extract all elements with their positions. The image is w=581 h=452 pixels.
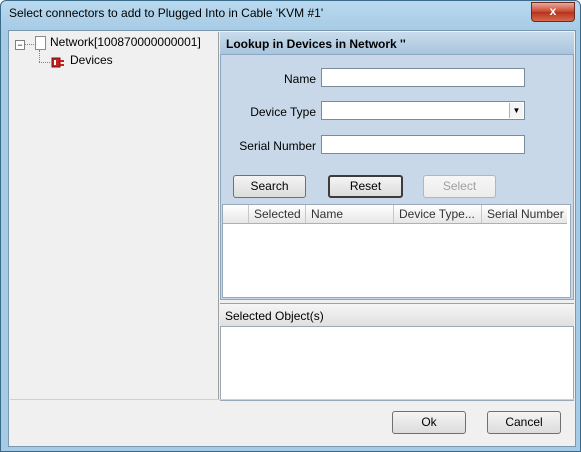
lookup-pane: Lookup in Devices in Network '' Name Dev… bbox=[220, 32, 574, 401]
selected-objects-list[interactable] bbox=[220, 326, 574, 401]
collapse-toggle[interactable]: − bbox=[15, 40, 25, 50]
tree-item-network[interactable]: Network[100870000000001] bbox=[50, 35, 201, 49]
column-header-selected[interactable]: Selected bbox=[249, 205, 306, 223]
serial-number-label: Serial Number bbox=[239, 139, 316, 153]
close-icon: x bbox=[549, 4, 557, 18]
close-button[interactable]: x bbox=[531, 2, 575, 22]
window-title: Select connectors to add to Plugged Into… bbox=[9, 6, 324, 20]
results-table-header: Selected Name Device Type... Serial Numb… bbox=[223, 205, 567, 224]
column-header-device-type[interactable]: Device Type... bbox=[394, 205, 482, 223]
title-bar[interactable]: Select connectors to add to Plugged Into… bbox=[1, 1, 580, 27]
serial-number-input[interactable] bbox=[321, 135, 525, 154]
results-table[interactable]: Selected Name Device Type... Serial Numb… bbox=[222, 204, 571, 298]
tree-connector-line bbox=[39, 50, 40, 62]
lookup-form: Name Device Type ▼ Serial Number Search … bbox=[220, 55, 574, 300]
selected-objects-header: Selected Object(s) bbox=[220, 303, 574, 327]
select-button: Select bbox=[423, 175, 496, 198]
document-icon bbox=[35, 36, 46, 50]
ok-button[interactable]: Ok bbox=[392, 411, 466, 434]
selected-objects-title: Selected Object(s) bbox=[225, 309, 324, 323]
name-input[interactable] bbox=[321, 68, 525, 87]
cancel-button[interactable]: Cancel bbox=[487, 411, 561, 434]
device-type-select[interactable]: ▼ bbox=[321, 101, 525, 120]
footer-divider bbox=[10, 399, 574, 400]
row-indicator-header bbox=[223, 205, 249, 223]
name-label: Name bbox=[283, 72, 316, 86]
dropdown-arrow-icon[interactable]: ▼ bbox=[509, 103, 523, 118]
reset-button[interactable]: Reset bbox=[328, 175, 403, 198]
search-button[interactable]: Search bbox=[233, 175, 306, 198]
dialog-window: Select connectors to add to Plugged Into… bbox=[0, 0, 581, 452]
tree-connector-line bbox=[25, 44, 34, 45]
tree-pane: − Network[100870000000001] Devices bbox=[10, 32, 219, 399]
device-type-label: Device Type bbox=[250, 105, 316, 119]
tree-item-devices[interactable]: Devices bbox=[70, 53, 113, 67]
devices-connector-icon bbox=[51, 57, 64, 68]
column-header-serial-number[interactable]: Serial Number bbox=[482, 205, 570, 223]
dialog-client-area: − Network[100870000000001] Devices Looku… bbox=[8, 30, 576, 447]
tree-connector-line bbox=[39, 62, 50, 63]
lookup-header: Lookup in Devices in Network '' bbox=[220, 32, 574, 55]
lookup-title: Lookup in Devices in Network '' bbox=[226, 37, 406, 51]
column-header-name[interactable]: Name bbox=[306, 205, 394, 223]
